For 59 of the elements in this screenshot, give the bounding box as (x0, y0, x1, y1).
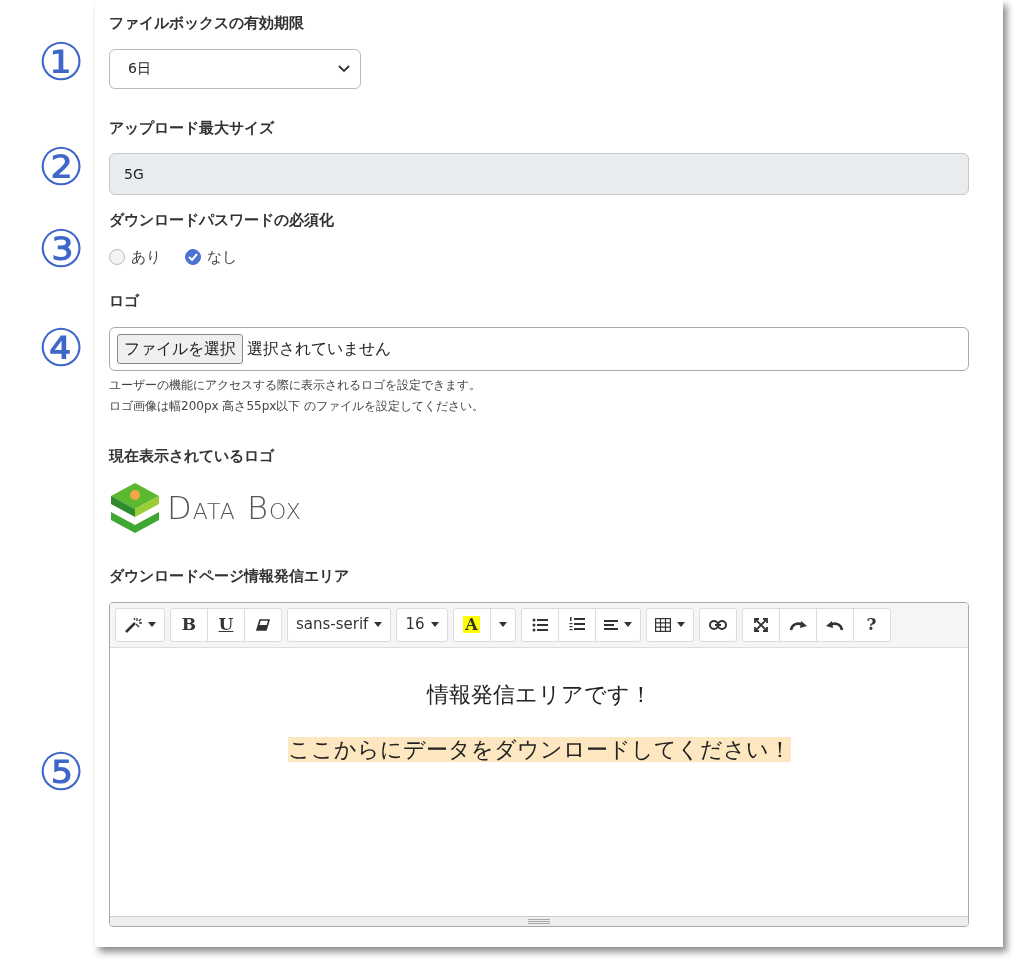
section-label: ダウンロードページ情報発信エリア (109, 566, 350, 587)
magic-wand-icon (124, 616, 142, 633)
dropdown-button[interactable]: 16 (396, 607, 448, 642)
select-field[interactable]: 6日 (109, 48, 361, 89)
radio-label: あり (131, 246, 161, 268)
numbered-list-icon (568, 617, 585, 632)
help-text: ユーザーの機能にアクセスする際に表示されるロゴを設定できます。 (109, 376, 482, 394)
section-label: ロゴ (109, 291, 141, 312)
step-number: ③ (36, 223, 86, 275)
undo-button[interactable] (815, 607, 854, 642)
link-button[interactable] (698, 607, 737, 642)
resize-handle[interactable] (110, 915, 968, 926)
step-number: ① (36, 36, 86, 88)
check-icon (188, 252, 198, 261)
file-input[interactable]: ファイルを選択 選択されていません (109, 326, 969, 371)
table-button[interactable] (645, 607, 694, 642)
radio-button[interactable] (185, 248, 201, 265)
grip-icon (528, 918, 550, 924)
logo-text: DATA BOX (167, 488, 302, 529)
rich-text-editor[interactable]: B U sans-serif 16 A ? 情報発信エリアです！ ここからにデータをダウンロードしてください！ (109, 601, 969, 927)
fullscreen-icon (753, 617, 768, 632)
section-label: ダウンロードパスワードの必須化 (109, 210, 335, 231)
eraser-icon (256, 618, 270, 631)
underline-button[interactable]: U (207, 607, 245, 642)
align-left-icon (603, 618, 618, 631)
input-field[interactable]: 5G (109, 153, 969, 195)
choose-file-button[interactable]: ファイルを選択 (117, 333, 243, 364)
redo-icon (788, 618, 807, 631)
file-status: 選択されていません (247, 337, 391, 360)
section-label: 現在表示されているロゴ (109, 445, 276, 467)
radio-label: なし (207, 246, 237, 268)
help-button[interactable]: ? (852, 607, 891, 642)
section-label: アップロード最大サイズ (109, 117, 276, 139)
table-icon (654, 617, 671, 632)
fullscreen-button[interactable] (741, 607, 780, 642)
link-icon (708, 619, 727, 630)
dropdown-button[interactable] (489, 607, 516, 642)
redo-button[interactable] (778, 607, 817, 642)
style-button[interactable] (115, 607, 165, 642)
bullet-list-icon (531, 617, 548, 632)
chevron-down-icon (338, 64, 350, 73)
bullet-list-button[interactable] (520, 607, 559, 642)
editor-paragraph: 情報発信エリアです！ (426, 681, 652, 707)
step-number: ② (36, 140, 86, 193)
step-number: ④ (36, 322, 86, 374)
bold-button[interactable]: B (170, 607, 208, 642)
caret-icon (498, 622, 507, 627)
help-text: ロゴ画像は幅200px 高さ55px以下 のファイルを設定してください。 (109, 397, 486, 415)
text-color-button[interactable]: A (452, 607, 491, 642)
step-number: ⑤ (36, 746, 86, 798)
dropdown-button[interactable]: sans-serif (287, 607, 392, 642)
numbered-list-button[interactable] (557, 607, 596, 642)
logo-icon (109, 481, 161, 535)
section-label: ファイルボックスの有効期限 (109, 13, 305, 34)
clear-format-button[interactable] (244, 607, 282, 642)
undo-icon (825, 618, 844, 631)
editor-paragraph: ここからにデータをダウンロードしてください！ (287, 736, 791, 762)
radio-button[interactable] (109, 248, 125, 265)
align-button[interactable] (594, 607, 641, 642)
